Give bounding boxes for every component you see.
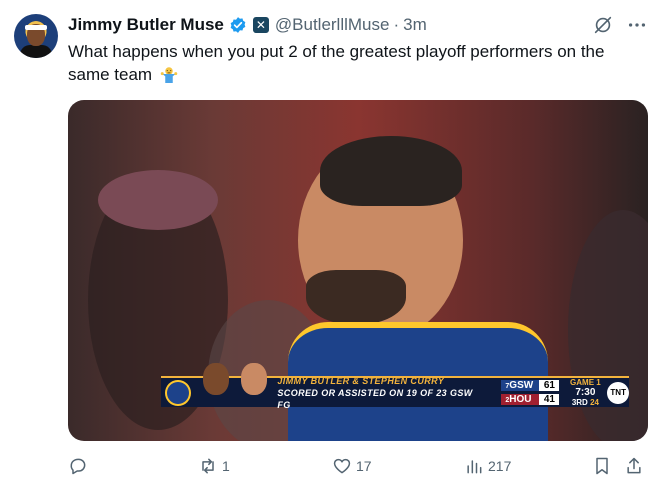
team-score: 41	[539, 394, 560, 405]
reply-button[interactable]	[68, 456, 92, 476]
clock-time: 7:30	[575, 387, 596, 398]
author-name[interactable]: Jimmy Butler Muse	[68, 15, 224, 35]
repost-button[interactable]: 1	[198, 456, 230, 476]
tweet-body: What happens when you put 2 of the great…	[68, 42, 605, 84]
tweet-header: Jimmy Butler Muse ✕ @ButlerlllMuse · 3m	[68, 14, 427, 36]
team-abbr: GSW	[509, 380, 534, 391]
like-button[interactable]: 17	[332, 456, 372, 476]
player-beard	[306, 270, 406, 325]
more-options-icon[interactable]	[626, 14, 648, 36]
author-handle[interactable]: @ButlerlllMuse	[275, 15, 390, 35]
tweet-actions: 1 17 217	[68, 456, 650, 480]
share-icon	[627, 457, 641, 474]
scorebug-line2: SCORED OR ASSISTED ON 19 OF 23 GSW FG	[277, 387, 473, 410]
game-clock: GAME 1 7:30 3RD 24	[567, 378, 603, 407]
player-hair	[320, 136, 462, 206]
score-row-hou: 2HOU 41	[501, 393, 560, 407]
scorebug: JIMMY BUTLER & STEPHEN CURRY SCORED OR A…	[161, 363, 629, 410]
person-shrugging-emoji-icon	[160, 67, 178, 83]
share-button[interactable]	[624, 456, 644, 476]
separator-dot: ·	[393, 15, 400, 34]
tweet-text: What happens when you put 2 of the great…	[68, 40, 638, 86]
scorebug-line1: JIMMY BUTLER & STEPHEN CURRY	[277, 375, 445, 386]
scorebug-caption: JIMMY BUTLER & STEPHEN CURRY SCORED OR A…	[273, 375, 481, 411]
affiliate-badge-icon: ✕	[252, 17, 269, 33]
bookmark-icon	[596, 457, 608, 475]
repost-icon	[202, 458, 214, 474]
player-headshots	[191, 363, 274, 408]
tweet-media-image[interactable]: JIMMY BUTLER & STEPHEN CURRY SCORED OR A…	[68, 100, 648, 441]
views-count: 217	[488, 458, 512, 474]
avatar-headband	[25, 25, 47, 30]
timestamp[interactable]: 3m	[403, 15, 427, 35]
scorebug-scores: 7GSW 61 2HOU 41	[501, 379, 560, 407]
tweet-top-actions	[592, 14, 648, 36]
shot-clock: 24	[590, 398, 599, 407]
verified-badge-icon	[230, 17, 246, 33]
tnt-logo-icon: TNT	[607, 381, 629, 404]
avatar-jersey	[20, 45, 52, 58]
warriors-logo-icon	[165, 379, 191, 406]
team-abbr: HOU	[509, 394, 532, 405]
score-row-gsw: 7GSW 61	[501, 379, 560, 393]
game-number: GAME 1	[570, 378, 601, 387]
like-count: 17	[356, 458, 372, 474]
period: 3RD	[571, 398, 588, 407]
grok-icon[interactable]	[592, 14, 614, 36]
reply-icon	[70, 458, 86, 475]
views-button[interactable]: 217	[464, 456, 511, 476]
avatar[interactable]	[14, 14, 58, 58]
heart-icon	[333, 458, 351, 474]
crowd-fan-cap	[98, 170, 218, 230]
views-chart-icon	[467, 460, 482, 474]
bookmark-button[interactable]	[592, 456, 612, 476]
team-score: 61	[539, 380, 560, 391]
repost-count: 1	[222, 458, 230, 474]
